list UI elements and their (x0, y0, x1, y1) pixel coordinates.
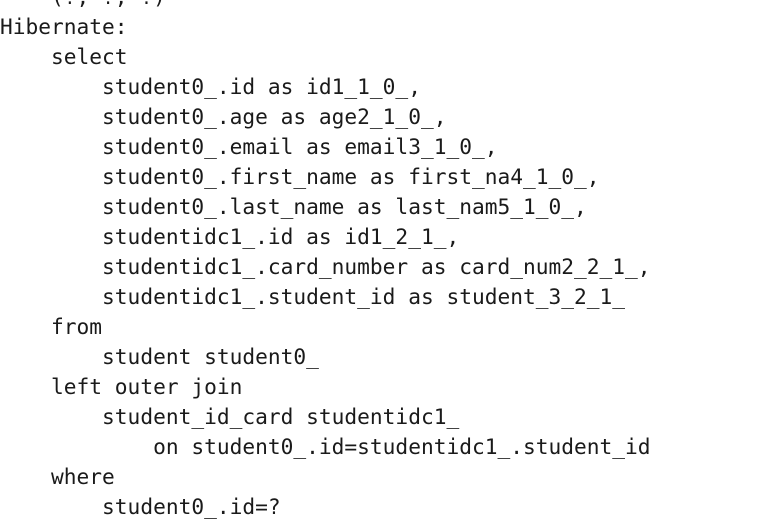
sql-keyword-join: left outer join (0, 374, 243, 399)
sql-keyword-where: where (0, 464, 115, 489)
sql-column-line: studentidc1_.card_number as card_num2_2_… (0, 254, 651, 279)
sql-keyword-from: from (0, 314, 103, 339)
console-output: (?, ?, ?) Hibernate: select student0_.id… (0, 0, 774, 519)
sql-where-condition: student0_.id=? (0, 494, 281, 519)
sql-column-line: studentidc1_.student_id as student_3_2_1… (0, 284, 638, 309)
sql-keyword-select: select (0, 44, 128, 69)
sql-table-line: student_id_card studentidc1_ (0, 404, 472, 429)
sql-column-line: student0_.email as email3_1_0_, (0, 134, 498, 159)
sql-join-condition: on student0_.id=studentidc1_.student_id (0, 434, 664, 459)
sql-column-line: student0_.age as age2_1_0_, (0, 104, 447, 129)
log-line-hibernate-prefix: Hibernate: (0, 14, 141, 39)
sql-table-line: student student0_ (0, 344, 332, 369)
log-line-params: (?, ?, ?) (0, 0, 166, 12)
sql-column-line: student0_.id as id1_1_0_, (0, 74, 421, 99)
sql-column-line: student0_.first_name as first_na4_1_0_, (0, 164, 600, 189)
sql-column-line: student0_.last_name as last_nam5_1_0_, (0, 194, 587, 219)
sql-column-line: studentidc1_.id as id1_2_1_, (0, 224, 460, 249)
